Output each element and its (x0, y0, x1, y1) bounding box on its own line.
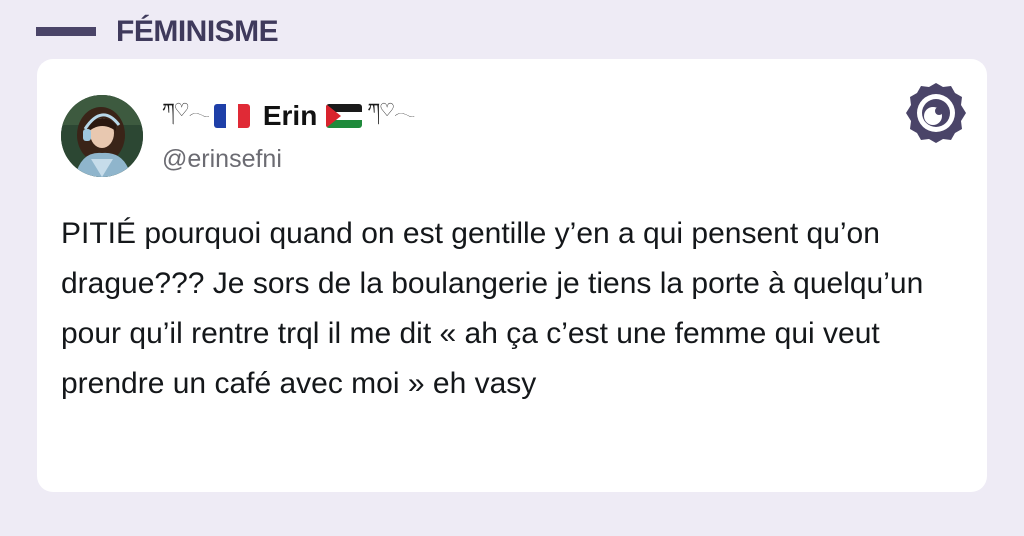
category-bar (36, 27, 96, 36)
avatar-image (61, 95, 143, 177)
brand-logo-icon (903, 80, 969, 146)
france-flag-icon (213, 104, 250, 128)
display-name[interactable]: Erin (263, 100, 317, 132)
category-label: FÉMINISME (116, 15, 279, 48)
tweet-card: ཀ♡𓂃 Erin ཀ♡𓂃 @erinsefni PITIÉ pourquoi q… (37, 59, 987, 492)
avatar[interactable] (61, 95, 143, 177)
author-name-line[interactable]: ཀ♡𓂃 Erin ཀ♡𓂃 (162, 99, 415, 133)
author-handle[interactable]: @erinsefni (162, 145, 282, 174)
tweet-text: PITIÉ pourquoi quand on est gentille y’e… (61, 217, 924, 400)
decoration-right: ཀ♡𓂃 (367, 100, 415, 121)
palestine-flag-icon (326, 104, 363, 128)
decoration-left: ཀ♡𓂃 (162, 100, 210, 121)
